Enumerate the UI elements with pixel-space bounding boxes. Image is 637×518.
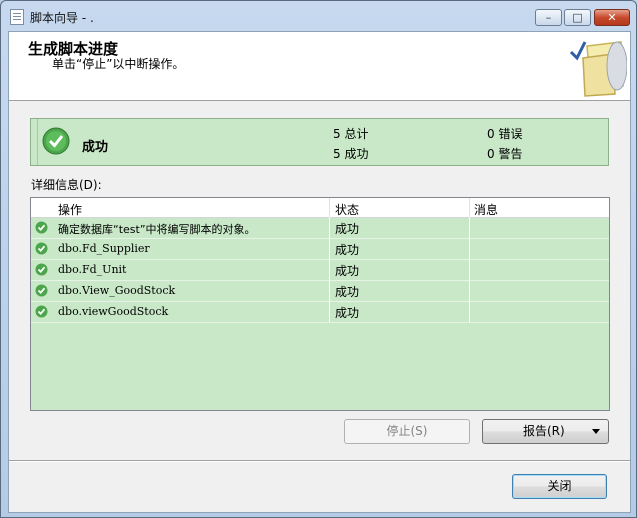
details-grid[interactable]: 操作 状态 消息 确定数据库“test”中将编写脚本的对象。 成功 dbo.Fd… (30, 197, 610, 411)
report-button-label: 报告(R) (523, 424, 565, 438)
error-count: 0 错误 (487, 127, 523, 141)
page-subtitle: 单击“停止”以中断操作。 (52, 57, 185, 71)
wizard-header: 生成脚本进度 单击“停止”以中断操作。 (9, 32, 630, 101)
title-bar[interactable]: 脚本向导 - . – □ ✕ (1, 1, 636, 31)
table-row[interactable]: dbo.View_GoodStock 成功 (31, 280, 609, 302)
status-cell: 成功 (335, 222, 360, 236)
table-row[interactable]: 确定数据库“test”中将编写脚本的对象。 成功 (31, 217, 609, 239)
report-button[interactable]: 报告(R) (482, 419, 609, 444)
warning-count: 0 警告 (487, 147, 523, 161)
status-result: 成功 (82, 140, 109, 155)
column-header-operation[interactable]: 操作 (58, 201, 82, 218)
footer-divider (9, 460, 630, 462)
status-cell: 成功 (335, 285, 360, 299)
success-icon (35, 284, 48, 297)
column-header-message[interactable]: 消息 (474, 201, 498, 218)
wizard-window: 脚本向导 - . – □ ✕ 生成脚本进度 单击“停止”以中断操作。 成功 5 … (0, 0, 637, 518)
operation-cell: 确定数据库“test”中将编写脚本的对象。 (58, 223, 256, 236)
close-button[interactable]: 关闭 (512, 474, 607, 499)
maximize-button[interactable]: □ (564, 9, 591, 26)
scroll-wizard-icon (569, 41, 627, 97)
success-count: 5 成功 (333, 147, 369, 161)
close-window-button[interactable]: ✕ (594, 9, 630, 26)
table-row[interactable]: dbo.viewGoodStock 成功 (31, 301, 609, 323)
status-cell: 成功 (335, 264, 360, 278)
table-row[interactable]: dbo.Fd_Supplier 成功 (31, 238, 609, 260)
dialog-client-area: 生成脚本进度 单击“停止”以中断操作。 成功 5 总计 5 成功 0 错误 0 … (8, 31, 631, 513)
total-count: 5 总计 (333, 127, 369, 141)
dropdown-arrow-icon (592, 429, 600, 434)
success-icon (35, 263, 48, 276)
minimize-button[interactable]: – (535, 9, 562, 26)
status-summary-panel: 成功 5 总计 5 成功 0 错误 0 警告 (30, 118, 609, 166)
success-icon (35, 221, 48, 234)
success-icon (35, 242, 48, 255)
operation-cell: dbo.View_GoodStock (58, 284, 176, 297)
stop-button[interactable]: 停止(S) (344, 419, 470, 444)
column-header-status[interactable]: 状态 (335, 201, 359, 218)
success-icon (35, 305, 48, 318)
document-icon (10, 9, 24, 25)
status-cell: 成功 (335, 306, 360, 320)
status-cell: 成功 (335, 243, 360, 257)
table-row[interactable]: dbo.Fd_Unit 成功 (31, 259, 609, 281)
operation-cell: dbo.Fd_Supplier (58, 242, 150, 255)
operation-cell: dbo.viewGoodStock (58, 305, 169, 318)
grid-header: 操作 状态 消息 (31, 198, 609, 218)
details-label: 详细信息(D): (31, 178, 102, 192)
window-title: 脚本向导 - . (30, 11, 94, 25)
check-circle-icon (42, 127, 70, 155)
operation-cell: dbo.Fd_Unit (58, 263, 127, 276)
